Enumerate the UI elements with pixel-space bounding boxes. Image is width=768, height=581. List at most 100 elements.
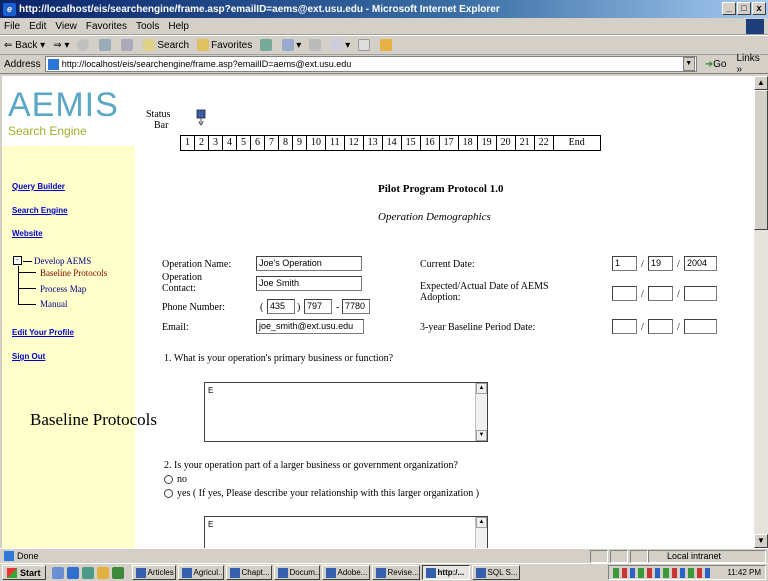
status-step-5[interactable]: 5	[237, 136, 251, 150]
operation-name-field[interactable]: Joe's Operation	[256, 256, 362, 271]
status-step-10[interactable]: 10	[307, 136, 326, 150]
status-step-9[interactable]: 9	[293, 136, 307, 150]
question-2-no-radio[interactable]: no	[164, 474, 187, 485]
status-step-8[interactable]: 8	[279, 136, 293, 150]
status-step-17[interactable]: 17	[439, 136, 459, 150]
adoption-month-field[interactable]	[612, 286, 637, 301]
taskbar-button-1[interactable]: Articles	[131, 565, 176, 580]
adoption-day-field[interactable]	[648, 286, 673, 301]
menu-tools[interactable]: Tools	[136, 21, 159, 32]
status-step-22[interactable]: 22	[534, 136, 554, 150]
search-button[interactable]: Search	[143, 39, 189, 51]
scroll-thumb[interactable]	[754, 90, 768, 230]
taskbar-button-6[interactable]: Revise...	[371, 565, 420, 580]
scroll-up-icon[interactable]: ▲	[476, 517, 487, 528]
forward-button[interactable]: ⇒ ▾	[53, 40, 69, 51]
phone-area-field[interactable]: 435	[267, 299, 295, 314]
status-step-3[interactable]: 3	[209, 136, 223, 150]
tree-manual[interactable]: Manual	[40, 299, 68, 309]
taskbar-button-3[interactable]: Chapt...	[225, 565, 272, 580]
history-button[interactable]	[260, 39, 274, 51]
discuss-button[interactable]	[358, 39, 372, 51]
status-step-1[interactable]: 1	[181, 136, 195, 150]
baseline-year-field[interactable]	[684, 319, 717, 334]
home-button[interactable]	[121, 39, 135, 51]
favorites-button[interactable]: Favorites	[197, 39, 252, 51]
tree-baseline-protocols[interactable]: Baseline Protocols	[40, 268, 107, 278]
taskbar-button-4[interactable]: Docum...	[273, 565, 320, 580]
phone-line-field[interactable]: 7780	[342, 299, 370, 314]
status-step-16[interactable]: 16	[420, 136, 440, 150]
status-step-4[interactable]: 4	[223, 136, 237, 150]
links-button[interactable]: Links »	[736, 53, 768, 75]
maximize-button[interactable]: □	[737, 2, 751, 15]
quicklaunch-ie-icon[interactable]	[66, 566, 79, 579]
status-step-19[interactable]: 19	[477, 136, 497, 150]
quicklaunch-outlook-icon[interactable]	[81, 566, 94, 579]
status-step-2[interactable]: 2	[195, 136, 209, 150]
quicklaunch-app-icon[interactable]	[111, 566, 124, 579]
question-1-answer[interactable]: E ▲ ▼	[204, 382, 488, 442]
minimize-button[interactable]: _	[722, 2, 736, 15]
scroll-down-arrow-icon[interactable]: ▼	[754, 534, 768, 548]
status-step-21[interactable]: 21	[515, 136, 535, 150]
baseline-day-field[interactable]	[648, 319, 673, 334]
question-2-answer[interactable]: E ▲	[204, 516, 488, 548]
nav-query-builder[interactable]: Query Builder	[12, 182, 65, 191]
status-step-11[interactable]: 11	[326, 136, 345, 150]
phone-prefix-field[interactable]: 797	[304, 299, 332, 314]
mail-button[interactable]: ▾	[282, 39, 301, 51]
messenger-button[interactable]	[380, 39, 394, 51]
scroll-down-icon[interactable]: ▼	[476, 430, 487, 441]
tree-process-map[interactable]: Process Map	[40, 284, 86, 294]
quicklaunch-desktop-icon[interactable]	[51, 566, 64, 579]
nav-sign-out[interactable]: Sign Out	[12, 352, 45, 361]
start-button[interactable]: Start	[2, 565, 46, 580]
baseline-month-field[interactable]	[612, 319, 637, 334]
address-dropdown-button[interactable]: ▼	[682, 57, 695, 71]
quicklaunch-folder-icon[interactable]	[96, 566, 109, 579]
status-step-20[interactable]: 20	[496, 136, 516, 150]
page-scrollbar[interactable]: ▲ ▼	[754, 76, 768, 548]
taskbar-button-8[interactable]: SQL S...	[471, 565, 520, 580]
print-button[interactable]	[309, 39, 323, 51]
status-step-7[interactable]: 7	[265, 136, 279, 150]
menu-help[interactable]: Help	[168, 21, 189, 32]
current-day-field[interactable]: 19	[648, 256, 673, 271]
back-button[interactable]: ⇐ Back ▾	[4, 40, 45, 51]
status-step-14[interactable]: 14	[382, 136, 402, 150]
status-step-13[interactable]: 13	[363, 136, 383, 150]
nav-search-engine[interactable]: Search Engine	[12, 206, 68, 215]
current-month-field[interactable]: 1	[612, 256, 637, 271]
adoption-year-field[interactable]	[684, 286, 717, 301]
nav-edit-profile[interactable]: Edit Your Profile	[12, 328, 74, 337]
textarea-scrollbar[interactable]: ▲ ▼	[475, 383, 487, 441]
menu-file[interactable]: File	[4, 21, 20, 32]
textarea-scrollbar[interactable]: ▲	[475, 517, 487, 548]
email-field[interactable]: joe_smith@ext.usu.edu	[256, 319, 364, 334]
taskbar-button-2[interactable]: Agricul...	[177, 565, 224, 580]
tree-collapse-toggle[interactable]: -	[13, 256, 22, 265]
go-button[interactable]: ➜Go	[705, 59, 727, 70]
address-input[interactable]: http://localhost/eis/searchengine/frame.…	[44, 56, 697, 72]
taskbar-button-7[interactable]: http:/...	[421, 565, 470, 580]
menu-edit[interactable]: Edit	[29, 21, 46, 32]
taskbar-button-5[interactable]: Adobe...	[321, 565, 370, 580]
menu-favorites[interactable]: Favorites	[86, 21, 127, 32]
status-step-end[interactable]: End	[553, 136, 600, 150]
status-step-6[interactable]: 6	[251, 136, 265, 150]
tree-develop-aems[interactable]: Develop AEMS	[34, 256, 91, 266]
question-2-yes-radio[interactable]: yes ( If yes, Please describe your relat…	[164, 488, 479, 499]
refresh-button[interactable]	[99, 39, 113, 51]
menu-view[interactable]: View	[55, 21, 77, 32]
status-step-12[interactable]: 12	[344, 136, 364, 150]
current-year-field[interactable]: 2004	[684, 256, 717, 271]
nav-website[interactable]: Website	[12, 229, 43, 238]
close-button[interactable]: x	[752, 2, 766, 15]
operation-contact-field[interactable]: Joe Smith	[256, 276, 362, 291]
stop-button[interactable]	[77, 39, 91, 51]
edit-button[interactable]: ▾	[331, 39, 350, 51]
status-step-15[interactable]: 15	[401, 136, 421, 150]
status-step-18[interactable]: 18	[458, 136, 478, 150]
scroll-up-arrow-icon[interactable]: ▲	[754, 76, 768, 90]
